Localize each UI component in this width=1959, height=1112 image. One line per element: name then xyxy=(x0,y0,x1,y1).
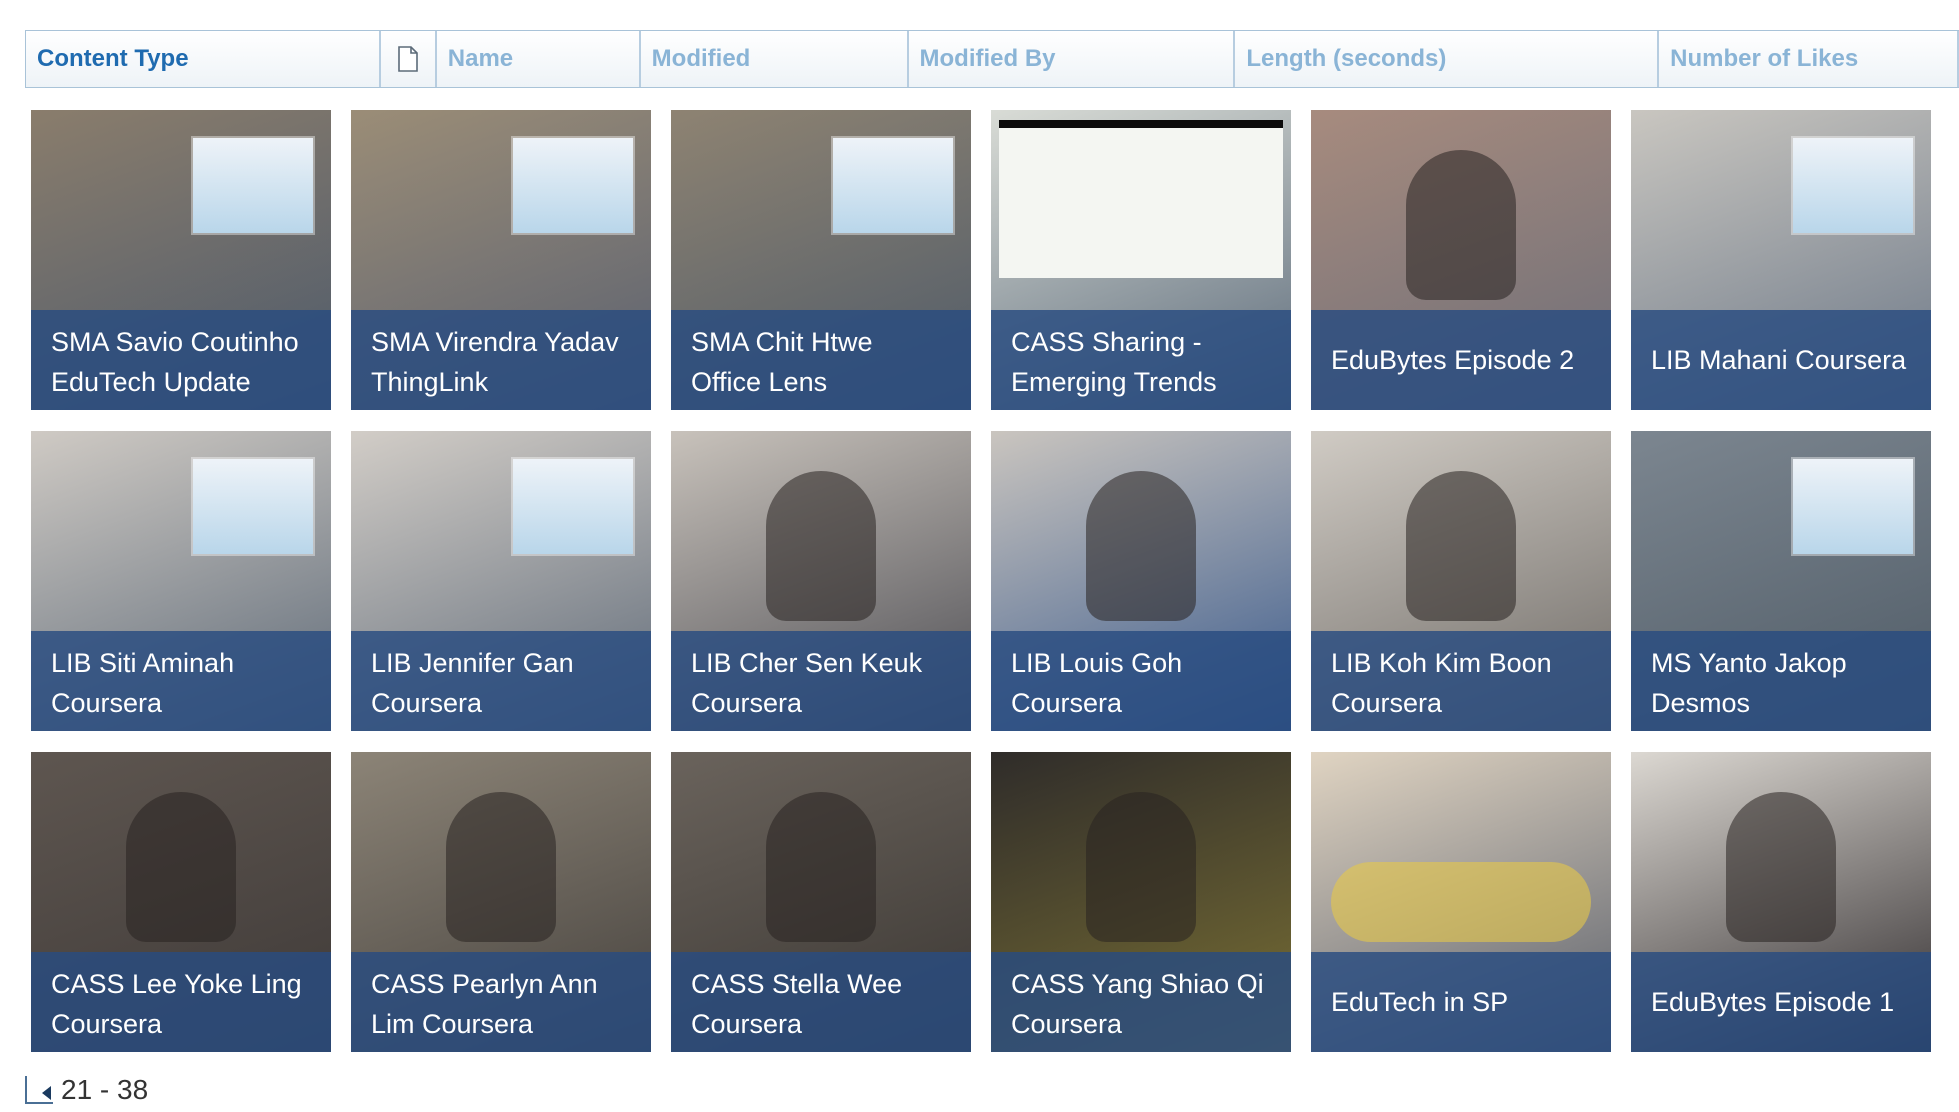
tile-lib-cher-sen-keuk[interactable]: LIB Cher Sen Keuk Coursera xyxy=(671,431,971,731)
tile-caption: MS Yanto Jakop Desmos xyxy=(1631,631,1931,731)
tile-caption-line: LIB Mahani Coursera xyxy=(1651,345,1907,375)
video-tile-grid: SMA Savio Coutinho EduTech Update SMA Vire… xyxy=(31,110,1931,1052)
column-header-type-icon[interactable] xyxy=(381,31,437,87)
tile-lib-mahani[interactable]: LIB Mahani Coursera xyxy=(1631,110,1931,410)
tile-caption: CASS Yang Shiao Qi Coursera xyxy=(991,952,1291,1052)
column-header-modified-by[interactable]: Modified By xyxy=(909,31,1236,87)
tile-caption-line: Coursera xyxy=(371,688,483,718)
tile-edubytes-episode-2[interactable]: EduBytes Episode 2 xyxy=(1311,110,1611,410)
tile-caption-line: CASS Stella Wee xyxy=(691,969,903,999)
tile-sma-savio-coutinho[interactable]: SMA Savio Coutinho EduTech Update xyxy=(31,110,331,410)
tile-caption-line: CASS Sharing - xyxy=(1011,327,1202,357)
tile-caption-line: EduTech Update xyxy=(51,367,251,397)
tile-lib-koh-kim-boon[interactable]: LIB Koh Kim Boon Coursera xyxy=(1311,431,1611,731)
tile-cass-pearlyn-ann[interactable]: CASS Pearlyn Ann Lim Coursera xyxy=(351,752,651,1052)
tile-caption-line: SMA Virendra Yadav xyxy=(371,327,619,357)
thumbnail-scene xyxy=(513,459,633,554)
thumbnail-scene xyxy=(126,792,236,942)
tile-caption-line: SMA Chit Htwe xyxy=(691,327,873,357)
tile-cass-lee-yoke-ling[interactable]: CASS Lee Yoke Ling Coursera xyxy=(31,752,331,1052)
tile-caption-line: Coursera xyxy=(1011,1009,1123,1039)
tile-caption-line: LIB Louis Goh xyxy=(1011,648,1183,678)
thumbnail-scene xyxy=(999,120,1283,278)
thumbnail-scene xyxy=(766,792,876,942)
tile-cass-yang-shiao-qi[interactable]: CASS Yang Shiao Qi Coursera xyxy=(991,752,1291,1052)
thumbnail-scene xyxy=(766,471,876,621)
tile-caption: EduBytes Episode 2 xyxy=(1311,310,1611,410)
column-header-modified[interactable]: Modified xyxy=(641,31,909,87)
previous-page-icon[interactable] xyxy=(25,1076,53,1104)
tile-caption-line: LIB Koh Kim Boon xyxy=(1331,648,1552,678)
column-header-bar: Content Type Name Modified Modified By Lengt… xyxy=(25,30,1959,88)
column-header-content-type[interactable]: Content Type xyxy=(26,31,381,87)
tile-cass-sharing[interactable]: CASS Sharing - Emerging Trends xyxy=(991,110,1291,410)
tile-caption-line: LIB Siti Aminah xyxy=(51,648,235,678)
tile-edutech-in-sp[interactable]: EduTech in SP xyxy=(1311,752,1611,1052)
tile-caption-line: Coursera xyxy=(1011,688,1123,718)
thumbnail-scene xyxy=(1406,471,1516,621)
tile-caption: EduBytes Episode 1 xyxy=(1631,952,1931,1052)
tile-lib-louis-goh[interactable]: LIB Louis Goh Coursera xyxy=(991,431,1291,731)
column-header-length-seconds[interactable]: Length (seconds) xyxy=(1235,31,1660,87)
tile-lib-jennifer-gan[interactable]: LIB Jennifer Gan Coursera xyxy=(351,431,651,731)
tile-caption-line: Coursera xyxy=(51,1009,163,1039)
tile-caption-line: Office Lens xyxy=(691,367,828,397)
tile-caption-line: MS Yanto Jakop xyxy=(1651,648,1847,678)
tile-caption-line: Lim Coursera xyxy=(371,1009,534,1039)
tile-caption-line: Desmos xyxy=(1651,688,1751,718)
tile-edubytes-episode-1[interactable]: EduBytes Episode 1 xyxy=(1631,752,1931,1052)
document-icon xyxy=(397,46,418,72)
tile-caption-line: LIB Jennifer Gan xyxy=(371,648,574,678)
tile-caption: SMA Virendra Yadav ThingLink xyxy=(351,310,651,410)
tile-caption: SMA Savio Coutinho EduTech Update xyxy=(31,310,331,410)
thumbnail-scene xyxy=(513,138,633,233)
thumbnail-scene xyxy=(1726,792,1836,942)
tile-caption-line: Coursera xyxy=(691,688,803,718)
pager-range: 21 - 38 xyxy=(61,1074,149,1105)
tile-caption-line: Coursera xyxy=(691,1009,803,1039)
tile-caption: EduTech in SP xyxy=(1311,952,1611,1052)
thumbnail-scene xyxy=(1793,138,1913,233)
tile-caption: LIB Jennifer Gan Coursera xyxy=(351,631,651,731)
tile-caption: SMA Chit Htwe Office Lens xyxy=(671,310,971,410)
column-header-name[interactable]: Name xyxy=(437,31,641,87)
thumbnail-scene xyxy=(446,792,556,942)
tile-caption: CASS Pearlyn Ann Lim Coursera xyxy=(351,952,651,1052)
pager: 21 - 38 xyxy=(25,1072,148,1108)
tile-sma-virendra-yadav[interactable]: SMA Virendra Yadav ThingLink xyxy=(351,110,651,410)
thumbnail-scene xyxy=(1793,459,1913,554)
tile-caption: CASS Stella Wee Coursera xyxy=(671,952,971,1052)
thumbnail-scene xyxy=(1086,471,1196,621)
tile-caption-line: CASS Lee Yoke Ling xyxy=(51,969,302,999)
tile-lib-siti-aminah[interactable]: LIB Siti Aminah Coursera xyxy=(31,431,331,731)
tile-caption-line: EduTech in SP xyxy=(1331,987,1509,1017)
thumbnail-scene xyxy=(193,459,313,554)
tile-caption-line: Coursera xyxy=(51,688,163,718)
tile-caption: LIB Louis Goh Coursera xyxy=(991,631,1291,731)
tile-caption-line: Emerging Trends xyxy=(1011,367,1217,397)
thumbnail-scene xyxy=(1406,150,1516,300)
tile-caption-line: SMA Savio Coutinho xyxy=(51,327,299,357)
tile-caption: LIB Koh Kim Boon Coursera xyxy=(1311,631,1611,731)
tile-caption-line: CASS Pearlyn Ann xyxy=(371,969,598,999)
thumbnail-scene xyxy=(193,138,313,233)
column-header-number-of-likes[interactable]: Number of Likes xyxy=(1659,31,1959,87)
tile-caption: CASS Lee Yoke Ling Coursera xyxy=(31,952,331,1052)
tile-sma-chit-htwe[interactable]: SMA Chit Htwe Office Lens xyxy=(671,110,971,410)
tile-caption: LIB Siti Aminah Coursera xyxy=(31,631,331,731)
tile-caption-line: CASS Yang Shiao Qi xyxy=(1011,969,1264,999)
tile-caption-line: EduBytes Episode 1 xyxy=(1651,987,1895,1017)
tile-caption-line: Coursera xyxy=(1331,688,1443,718)
thumbnail-scene xyxy=(1331,862,1591,942)
tile-caption-line: ThingLink xyxy=(371,367,489,397)
tile-caption-line: EduBytes Episode 2 xyxy=(1331,345,1575,375)
thumbnail-scene xyxy=(833,138,953,233)
thumbnail-scene xyxy=(1086,792,1196,942)
tile-caption-line: LIB Cher Sen Keuk xyxy=(691,648,923,678)
tile-caption: CASS Sharing - Emerging Trends xyxy=(991,310,1291,410)
tile-caption: LIB Mahani Coursera xyxy=(1631,310,1931,410)
tile-cass-stella-wee[interactable]: CASS Stella Wee Coursera xyxy=(671,752,971,1052)
tile-ms-yanto-jakop[interactable]: MS Yanto Jakop Desmos xyxy=(1631,431,1931,731)
tile-caption: LIB Cher Sen Keuk Coursera xyxy=(671,631,971,731)
